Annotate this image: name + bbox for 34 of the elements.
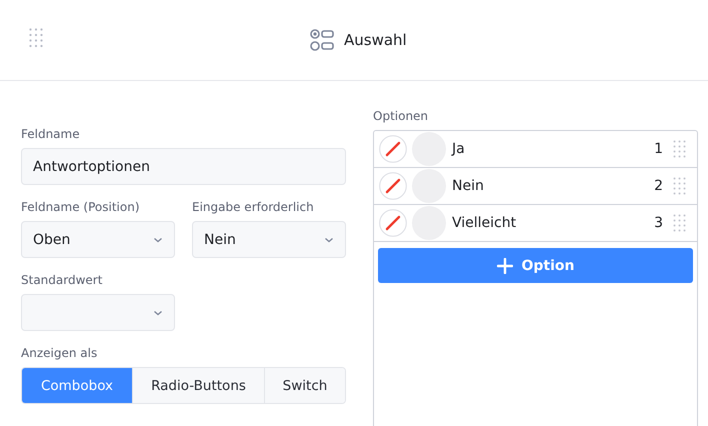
chevron-down-icon (324, 236, 334, 242)
image-placeholder[interactable] (412, 132, 446, 166)
option-label: Vielleicht (452, 215, 518, 231)
dropdown[interactable]: Nein (192, 221, 346, 258)
option-number: 2 (654, 178, 663, 194)
segment-button[interactable]: Switch (264, 368, 345, 403)
drag-handle-icon[interactable] (673, 214, 687, 232)
field-label: Feldname (Position) (21, 200, 141, 214)
no-color-icon[interactable] (379, 135, 407, 163)
plus-icon (496, 258, 512, 274)
text-field[interactable]: Antwortoptionen (21, 148, 346, 185)
image-placeholder[interactable] (412, 206, 446, 240)
chevron-down-icon (153, 310, 163, 316)
segment-button[interactable]: Radio-Buttons (132, 368, 264, 403)
panel-title: Auswahl (344, 31, 407, 49)
no-color-icon[interactable] (379, 209, 407, 237)
image-placeholder[interactable] (412, 169, 446, 203)
option-number: 1 (654, 141, 663, 157)
option-number: 3 (654, 215, 663, 231)
field-label: Feldname (21, 127, 81, 141)
field-label: Standardwert (21, 273, 104, 287)
option-label: Ja (452, 141, 466, 157)
drag-handle-icon[interactable] (673, 140, 687, 158)
chevron-down-icon (153, 236, 163, 242)
dropdown[interactable] (21, 294, 175, 331)
select-type-icon (310, 29, 334, 51)
field-label: Eingabe erforderlich (192, 200, 315, 214)
drag-handle-icon[interactable] (29, 28, 43, 48)
section-label: Optionen (373, 109, 430, 123)
dropdown[interactable]: Oben (21, 221, 175, 258)
option-label: Nein (452, 178, 485, 194)
no-color-icon[interactable] (379, 172, 407, 200)
field-label: Anzeigen als (21, 346, 98, 360)
drag-handle-icon[interactable] (673, 177, 687, 195)
